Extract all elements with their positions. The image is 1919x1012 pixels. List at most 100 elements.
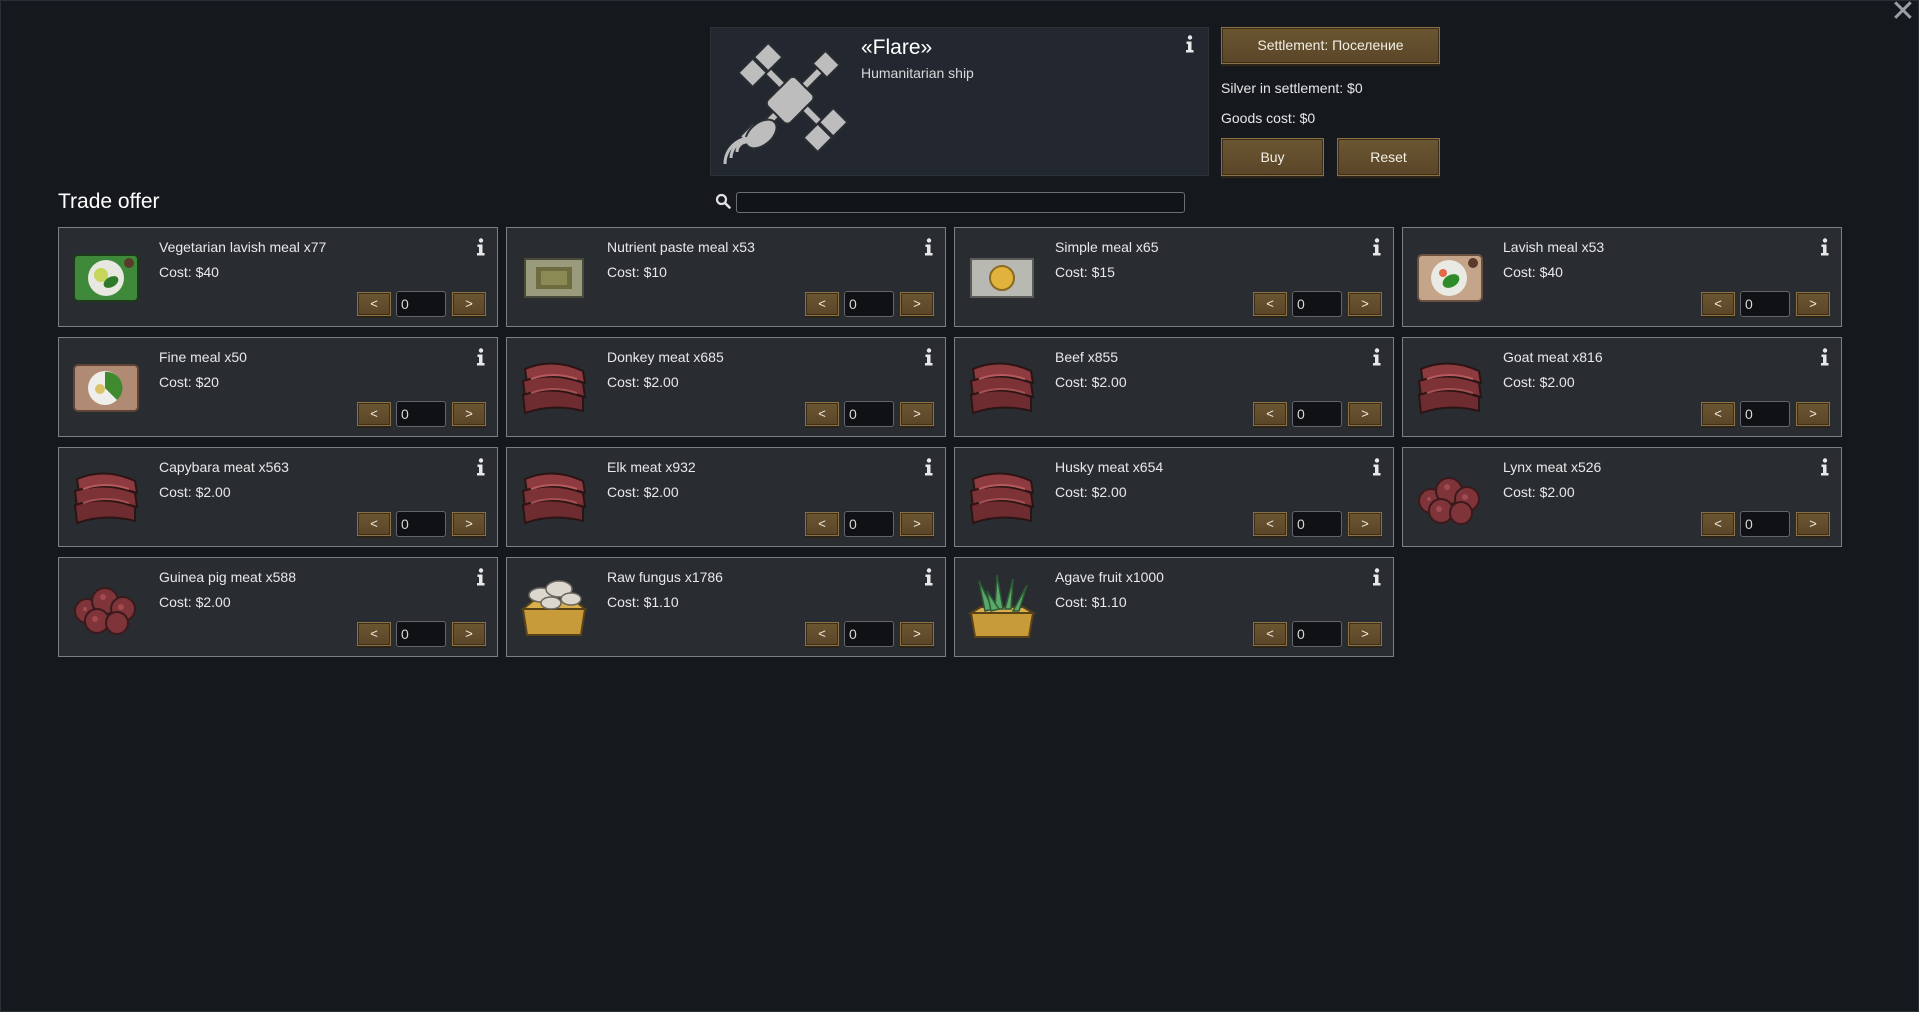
increase-button[interactable]: > xyxy=(900,292,934,316)
item-cost: Cost: $1.10 xyxy=(1055,594,1127,610)
increase-button[interactable]: > xyxy=(452,512,486,536)
quantity-input[interactable] xyxy=(396,621,446,647)
increase-button[interactable]: > xyxy=(1796,402,1830,426)
quantity-input[interactable] xyxy=(844,291,894,317)
info-icon[interactable] xyxy=(923,568,935,586)
info-icon[interactable] xyxy=(475,348,487,366)
increase-button[interactable]: > xyxy=(900,512,934,536)
item-cost: Cost: $2.00 xyxy=(607,374,679,390)
decrease-button[interactable]: < xyxy=(1253,292,1287,316)
trade-item-card: Husky meat x654 Cost: $2.00 < > xyxy=(954,447,1394,547)
quantity-input[interactable] xyxy=(844,621,894,647)
quantity-input[interactable] xyxy=(1292,621,1342,647)
item-name: Donkey meat x685 xyxy=(607,349,724,365)
decrease-button[interactable]: < xyxy=(357,512,391,536)
info-icon[interactable] xyxy=(1819,458,1831,476)
item-name: Guinea pig meat x588 xyxy=(159,569,296,585)
decrease-button[interactable]: < xyxy=(805,512,839,536)
increase-button[interactable]: > xyxy=(1348,512,1382,536)
info-icon[interactable] xyxy=(1371,348,1383,366)
info-icon[interactable] xyxy=(1371,458,1383,476)
increase-button[interactable]: > xyxy=(452,622,486,646)
increase-button[interactable]: > xyxy=(1348,292,1382,316)
quantity-input[interactable] xyxy=(844,401,894,427)
quantity-input[interactable] xyxy=(1740,291,1790,317)
info-icon[interactable] xyxy=(1371,568,1383,586)
item-cost: Cost: $2.00 xyxy=(1055,484,1127,500)
increase-button[interactable]: > xyxy=(1796,512,1830,536)
buy-button[interactable]: Buy xyxy=(1221,138,1324,176)
item-cost: Cost: $20 xyxy=(159,374,219,390)
raw-fungus-icon xyxy=(513,569,595,647)
trade-item-card: Simple meal x65 Cost: $15 < > xyxy=(954,227,1394,327)
info-icon[interactable] xyxy=(1819,348,1831,366)
quantity-input[interactable] xyxy=(1740,511,1790,537)
meat-icon xyxy=(961,349,1043,427)
decrease-button[interactable]: < xyxy=(1253,512,1287,536)
info-icon[interactable] xyxy=(475,238,487,256)
item-cost: Cost: $2.00 xyxy=(159,484,231,500)
item-name: Beef x855 xyxy=(1055,349,1119,365)
quantity-input[interactable] xyxy=(1292,291,1342,317)
decrease-button[interactable]: < xyxy=(805,292,839,316)
item-name: Capybara meat x563 xyxy=(159,459,289,475)
quantity-input[interactable] xyxy=(844,511,894,537)
ground-meat-icon xyxy=(1409,459,1491,537)
info-icon[interactable] xyxy=(1371,238,1383,256)
search-input[interactable] xyxy=(736,192,1185,213)
item-name: Simple meal x65 xyxy=(1055,239,1159,255)
decrease-button[interactable]: < xyxy=(1701,512,1735,536)
reset-button[interactable]: Reset xyxy=(1337,138,1440,176)
info-icon[interactable] xyxy=(1819,238,1831,256)
quantity-input[interactable] xyxy=(396,401,446,427)
increase-button[interactable]: > xyxy=(900,622,934,646)
decrease-button[interactable]: < xyxy=(1701,402,1735,426)
decrease-button[interactable]: < xyxy=(805,402,839,426)
fine-meal-icon xyxy=(65,349,147,427)
quantity-input[interactable] xyxy=(1292,511,1342,537)
item-cost: Cost: $2.00 xyxy=(607,484,679,500)
decrease-button[interactable]: < xyxy=(1253,402,1287,426)
meat-icon xyxy=(1409,349,1491,427)
decrease-button[interactable]: < xyxy=(1701,292,1735,316)
info-icon[interactable] xyxy=(475,568,487,586)
increase-button[interactable]: > xyxy=(1348,622,1382,646)
decrease-button[interactable]: < xyxy=(357,402,391,426)
decrease-button[interactable]: < xyxy=(805,622,839,646)
info-icon[interactable] xyxy=(923,348,935,366)
decrease-button[interactable]: < xyxy=(1253,622,1287,646)
trade-item-card: Agave fruit x1000 Cost: $1.10 < > xyxy=(954,557,1394,657)
meat-icon xyxy=(513,459,595,537)
decrease-button[interactable]: < xyxy=(357,622,391,646)
increase-button[interactable]: > xyxy=(452,292,486,316)
meat-icon xyxy=(961,459,1043,537)
info-icon[interactable] xyxy=(923,238,935,256)
increase-button[interactable]: > xyxy=(900,402,934,426)
item-name: Nutrient paste meal x53 xyxy=(607,239,755,255)
goods-cost: Goods cost: $0 xyxy=(1221,110,1316,126)
item-cost: Cost: $2.00 xyxy=(1503,374,1575,390)
info-icon[interactable] xyxy=(1184,35,1196,53)
trade-item-card: Fine meal x50 Cost: $20 < > xyxy=(58,337,498,437)
increase-button[interactable]: > xyxy=(452,402,486,426)
item-cost: Cost: $1.10 xyxy=(607,594,679,610)
quantity-input[interactable] xyxy=(1292,401,1342,427)
quantity-input[interactable] xyxy=(1740,401,1790,427)
quantity-input[interactable] xyxy=(396,511,446,537)
info-icon[interactable] xyxy=(475,458,487,476)
simple-meal-icon xyxy=(961,239,1043,317)
trader-kind: Humanitarian ship xyxy=(861,65,974,81)
increase-button[interactable]: > xyxy=(1348,402,1382,426)
quantity-input[interactable] xyxy=(396,291,446,317)
settlement-button[interactable]: Settlement: Поселение xyxy=(1221,27,1440,64)
trade-item-card: Guinea pig meat x588 Cost: $2.00 < > xyxy=(58,557,498,657)
increase-button[interactable]: > xyxy=(1796,292,1830,316)
trader-name: «Flare» xyxy=(861,36,933,59)
close-button[interactable]: ✕ xyxy=(1889,0,1917,28)
nutrient-paste-meal-icon xyxy=(513,239,595,317)
trade-item-card: Lavish meal x53 Cost: $40 < > xyxy=(1402,227,1842,327)
info-icon[interactable] xyxy=(923,458,935,476)
item-name: Agave fruit x1000 xyxy=(1055,569,1164,585)
decrease-button[interactable]: < xyxy=(357,292,391,316)
search-icon xyxy=(715,193,731,209)
